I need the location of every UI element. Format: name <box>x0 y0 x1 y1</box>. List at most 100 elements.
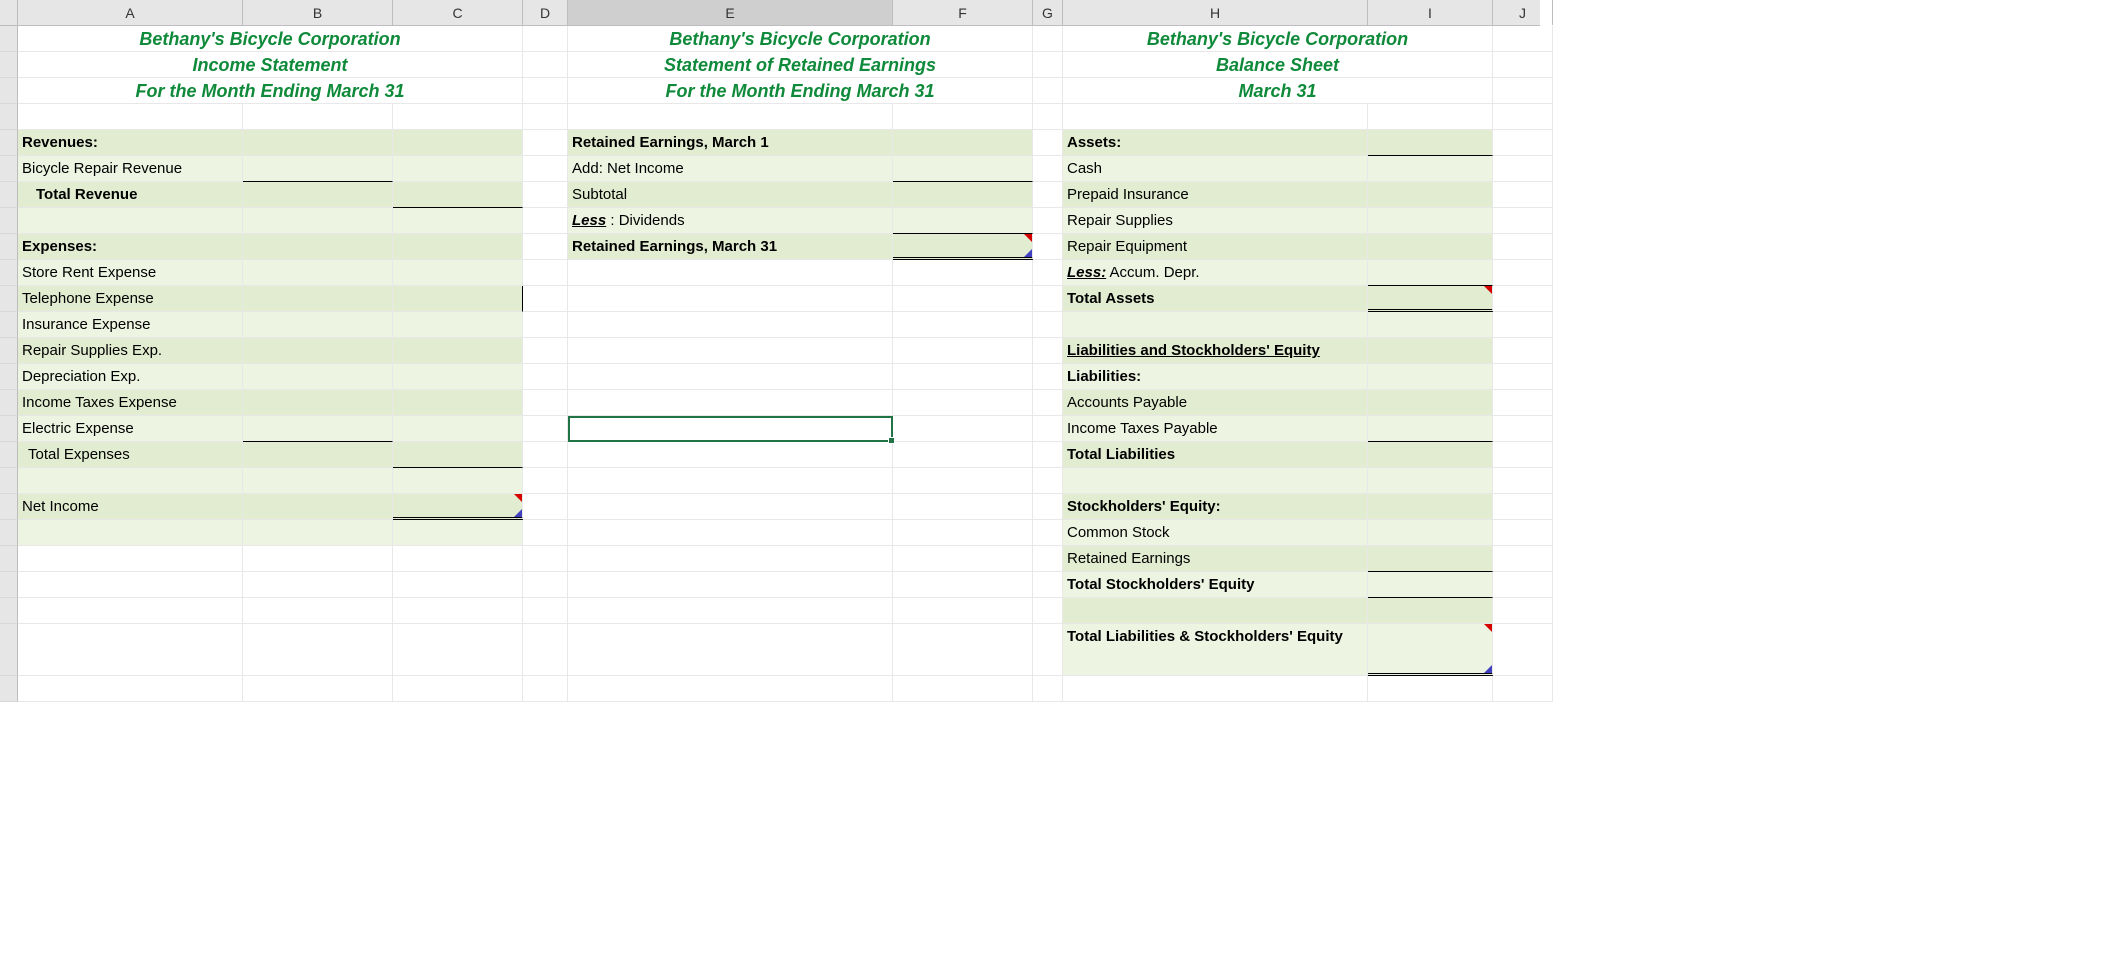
cell[interactable] <box>243 546 393 572</box>
cell[interactable] <box>1368 520 1493 546</box>
col-header-E[interactable]: E <box>568 0 893 25</box>
cell[interactable] <box>893 520 1033 546</box>
cell[interactable] <box>893 364 1033 390</box>
cell[interactable] <box>523 130 568 156</box>
cell[interactable] <box>568 572 893 598</box>
less-dividends[interactable]: Less : Dividends <box>568 208 893 234</box>
cell[interactable] <box>243 416 393 442</box>
cell[interactable] <box>523 312 568 338</box>
cell[interactable] <box>1033 364 1063 390</box>
row-header[interactable] <box>0 468 18 494</box>
assets-header[interactable]: Assets: <box>1063 130 1368 156</box>
cell[interactable] <box>1033 104 1063 130</box>
cell[interactable] <box>1033 442 1063 468</box>
cell[interactable] <box>18 546 243 572</box>
cell[interactable] <box>1033 546 1063 572</box>
cell[interactable] <box>1493 390 1553 416</box>
cell[interactable] <box>18 598 243 624</box>
add-net-income[interactable]: Add: Net Income <box>568 156 893 182</box>
cell[interactable] <box>243 260 393 286</box>
revenues-header[interactable]: Revenues: <box>18 130 243 156</box>
balance-title1[interactable]: Bethany's Bicycle Corporation <box>1063 26 1493 52</box>
cell[interactable] <box>1033 182 1063 208</box>
telephone[interactable]: Telephone Expense <box>18 286 243 312</box>
cell[interactable] <box>568 520 893 546</box>
cell[interactable] <box>18 468 243 494</box>
cell[interactable] <box>893 442 1033 468</box>
cell[interactable] <box>1033 520 1063 546</box>
cell[interactable] <box>1368 338 1493 364</box>
total-assets-value[interactable] <box>1368 286 1493 312</box>
cell[interactable] <box>568 676 893 702</box>
grid[interactable]: Bethany's Bicycle Corporation Bethany's … <box>0 26 1540 702</box>
cell[interactable] <box>393 416 523 442</box>
cell-E16[interactable] <box>568 416 893 442</box>
cell[interactable] <box>893 676 1033 702</box>
cell[interactable] <box>1493 26 1553 52</box>
cell[interactable] <box>1368 156 1493 182</box>
cell[interactable] <box>1033 598 1063 624</box>
cell[interactable] <box>243 130 393 156</box>
cell[interactable] <box>1493 156 1553 182</box>
cell[interactable] <box>1033 286 1063 312</box>
cell[interactable] <box>1493 208 1553 234</box>
cell[interactable] <box>523 364 568 390</box>
cell[interactable] <box>1493 260 1553 286</box>
cell[interactable] <box>523 286 568 312</box>
cell[interactable] <box>1493 286 1553 312</box>
cell[interactable] <box>523 442 568 468</box>
cell[interactable] <box>1033 52 1063 78</box>
income-taxes-payable[interactable]: Income Taxes Payable <box>1063 416 1368 442</box>
cell[interactable] <box>393 624 523 676</box>
total-revenue[interactable]: Total Revenue <box>18 182 243 208</box>
income-title2[interactable]: Income Statement <box>18 52 523 78</box>
cell[interactable] <box>393 286 523 312</box>
cell[interactable] <box>18 624 243 676</box>
cell[interactable] <box>523 390 568 416</box>
cell[interactable] <box>893 546 1033 572</box>
cell[interactable] <box>243 234 393 260</box>
cell[interactable] <box>523 234 568 260</box>
cell[interactable] <box>568 286 893 312</box>
cell[interactable] <box>243 624 393 676</box>
cell[interactable] <box>393 442 523 468</box>
cell[interactable] <box>893 494 1033 520</box>
cell[interactable] <box>243 104 393 130</box>
cell[interactable] <box>243 338 393 364</box>
cell[interactable] <box>393 234 523 260</box>
bicycle-repair-revenue[interactable]: Bicycle Repair Revenue <box>18 156 243 182</box>
cell[interactable] <box>893 182 1033 208</box>
cell[interactable] <box>1033 260 1063 286</box>
cell[interactable] <box>1033 130 1063 156</box>
cell[interactable] <box>1493 78 1553 104</box>
row-header[interactable] <box>0 130 18 156</box>
col-header-B[interactable]: B <box>243 0 393 25</box>
cell[interactable] <box>1368 546 1493 572</box>
row-header[interactable] <box>0 494 18 520</box>
cell[interactable] <box>523 468 568 494</box>
cell[interactable] <box>393 260 523 286</box>
cell[interactable] <box>18 208 243 234</box>
less-accum-depr[interactable]: Less: Accum. Depr. <box>1063 260 1368 286</box>
liab-se-header[interactable]: Liabilities and Stockholders' Equity <box>1063 338 1368 364</box>
cell[interactable] <box>1368 182 1493 208</box>
cell[interactable] <box>568 364 893 390</box>
cell[interactable] <box>1063 598 1368 624</box>
cell[interactable] <box>893 572 1033 598</box>
cell[interactable] <box>1493 494 1553 520</box>
cell[interactable] <box>243 676 393 702</box>
cell[interactable] <box>1493 416 1553 442</box>
row-header[interactable] <box>0 364 18 390</box>
total-assets[interactable]: Total Assets <box>1063 286 1368 312</box>
cell[interactable] <box>568 312 893 338</box>
cell[interactable] <box>18 520 243 546</box>
cell[interactable] <box>243 208 393 234</box>
retained-earnings-bs[interactable]: Retained Earnings <box>1063 546 1368 572</box>
cell[interactable] <box>523 598 568 624</box>
cell[interactable] <box>393 546 523 572</box>
cell[interactable] <box>393 520 523 546</box>
cell[interactable] <box>523 182 568 208</box>
row-header[interactable] <box>0 104 18 130</box>
row-header[interactable] <box>0 520 18 546</box>
net-income[interactable]: Net Income <box>18 494 243 520</box>
